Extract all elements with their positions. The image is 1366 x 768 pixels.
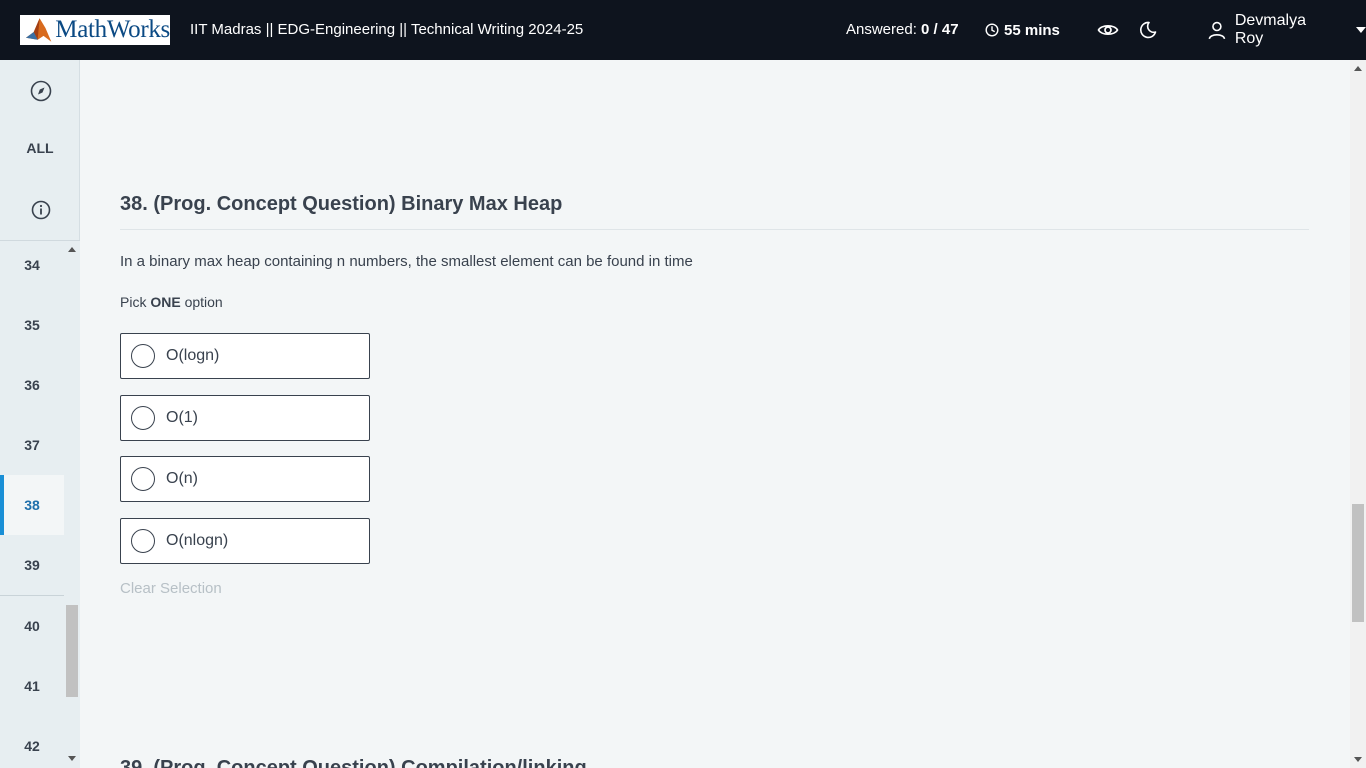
user-menu[interactable]: Devmalya Roy	[1207, 0, 1366, 60]
sidebar-item-36[interactable]: 36	[0, 355, 64, 415]
answered-label: Answered:	[846, 21, 917, 38]
radio-button[interactable]	[131, 406, 155, 430]
next-question-title: 39. (Prog. Concept Question) Compilation…	[120, 757, 587, 768]
option-3[interactable]: O(n)	[120, 456, 370, 502]
sidebar-item-38[interactable]: 38	[0, 475, 64, 535]
answered-value: 0 / 47	[921, 21, 959, 38]
radio-button[interactable]	[131, 344, 155, 368]
info-icon[interactable]	[30, 199, 52, 221]
mathworks-logo-icon	[25, 18, 52, 42]
option-label: O(1)	[166, 409, 198, 426]
page-scroll-thumb[interactable]	[1352, 504, 1364, 622]
question-sidebar: ALL 34 35 36 37 38 39 40 41 42	[0, 60, 80, 768]
moon-icon[interactable]	[1136, 18, 1160, 42]
eye-icon[interactable]	[1096, 18, 1120, 42]
scroll-down-arrow-icon[interactable]	[1354, 757, 1362, 762]
sidebar-scrollbar[interactable]	[64, 241, 80, 768]
clear-selection-button[interactable]: Clear Selection	[120, 580, 222, 597]
scroll-up-arrow-icon[interactable]	[1354, 66, 1362, 71]
pick-instruction: Pick ONE option	[120, 294, 223, 310]
answered-counter: Answered: 0 / 47	[846, 0, 959, 60]
option-label: O(logn)	[166, 347, 220, 364]
question-panel: 38. (Prog. Concept Question) Binary Max …	[80, 60, 1350, 768]
option-2[interactable]: O(1)	[120, 395, 370, 441]
timer-value: 55 mins	[1004, 21, 1060, 39]
page-scrollbar[interactable]	[1350, 60, 1366, 768]
option-4[interactable]: O(nlogn)	[120, 518, 370, 564]
radio-button[interactable]	[131, 529, 155, 553]
sidebar-all[interactable]: ALL	[0, 140, 80, 156]
chevron-down-icon[interactable]	[1356, 27, 1366, 33]
pick-count: ONE	[150, 294, 181, 310]
top-bar: MathWorks IIT Madras || EDG-Engineering …	[0, 0, 1366, 60]
logo-text: MathWorks	[55, 16, 170, 43]
option-label: O(n)	[166, 470, 198, 487]
timer: 55 mins	[985, 0, 1060, 60]
option-1[interactable]: O(logn)	[120, 333, 370, 379]
sidebar-top: ALL	[0, 60, 80, 241]
question-title: 38. (Prog. Concept Question) Binary Max …	[120, 193, 563, 215]
sidebar-scroll-thumb[interactable]	[66, 605, 78, 697]
user-name: Devmalya Roy	[1234, 12, 1306, 47]
pick-suffix: option	[184, 294, 223, 310]
scroll-down-arrow-icon[interactable]	[68, 756, 76, 761]
scroll-up-arrow-icon[interactable]	[68, 247, 76, 252]
sidebar-item-40[interactable]: 40	[0, 596, 64, 656]
sidebar-item-41[interactable]: 41	[0, 656, 64, 716]
question-text: In a binary max heap containing n number…	[120, 253, 693, 270]
sidebar-item-34[interactable]: 34	[0, 241, 64, 295]
breadcrumb: IIT Madras || EDG-Engineering || Technic…	[190, 21, 584, 38]
sidebar-item-42[interactable]: 42	[0, 716, 64, 768]
clock-icon	[985, 23, 999, 37]
radio-button[interactable]	[131, 467, 155, 491]
option-label: O(nlogn)	[166, 532, 229, 549]
question-list: 34 35 36 37 38 39 40 41 42	[0, 241, 64, 768]
pick-prefix: Pick	[120, 294, 147, 310]
compass-icon[interactable]	[30, 80, 52, 102]
user-icon	[1208, 21, 1226, 40]
sidebar-item-37[interactable]: 37	[0, 415, 64, 475]
sidebar-item-39[interactable]: 39	[0, 535, 64, 595]
mathworks-logo: MathWorks	[20, 15, 170, 45]
title-divider	[120, 229, 1309, 230]
sidebar-item-35[interactable]: 35	[0, 295, 64, 355]
